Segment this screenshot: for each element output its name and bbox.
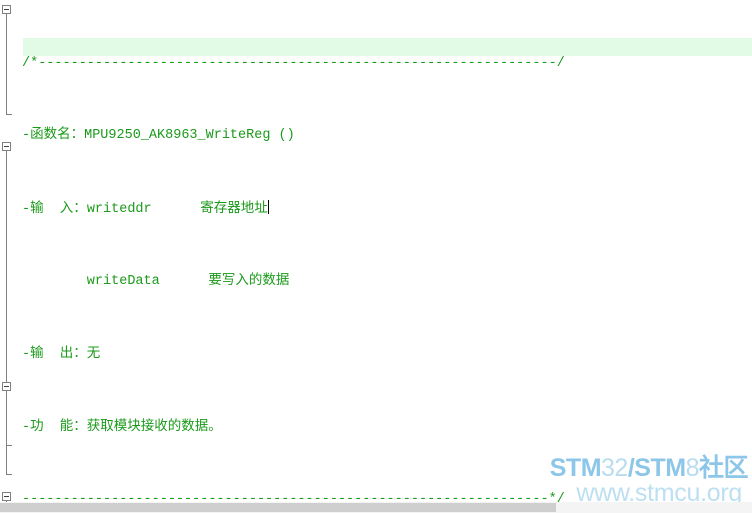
code-line-4[interactable]: writeData 要写入的数据: [22, 273, 638, 291]
token-input-desc2: 要写入的数据: [159, 274, 290, 289]
token-input-label: -输 入：: [22, 202, 87, 218]
fold-gutter[interactable]: [0, 0, 18, 504]
horizontal-scrollbar[interactable]: [0, 502, 752, 513]
horizontal-scrollbar-thumb[interactable]: [0, 503, 556, 512]
token-input-desc: 寄存器地址: [151, 202, 268, 218]
fold-line-do-while: [6, 391, 7, 445]
token-function-label: -功 能：获取模块接收的数据。: [22, 419, 222, 435]
token-comment-open: /*--------------------------------------…: [22, 55, 557, 71]
code-line-3[interactable]: -输 入：writeddr 寄存器地址: [22, 200, 638, 218]
code-line-1[interactable]: /*--------------------------------------…: [22, 55, 638, 73]
text-cursor: [267, 200, 269, 215]
fold-marker-do-while[interactable]: [2, 382, 11, 391]
code-line-5[interactable]: -输 出：无: [22, 346, 638, 364]
watermark-brand-stm2: STM: [634, 454, 686, 482]
fold-marker-comment-header[interactable]: [2, 5, 11, 14]
token-func-label: -函数名：: [22, 128, 85, 144]
token-input-param: writeddr: [86, 202, 152, 218]
token-func-name: MPU9250_AK8963_WriteReg (): [84, 128, 295, 144]
fold-foot-function-body: [6, 474, 12, 475]
code-editor[interactable]: STM32/STM8社区 www.stmcu.org /*-----------…: [0, 0, 752, 513]
fold-foot-comment-header: [6, 114, 12, 115]
token-output-label: -输 出：无: [22, 346, 101, 362]
code-line-2[interactable]: -函数名：MPU9250_AK8963_WriteReg (): [22, 127, 638, 145]
watermark-brand-8: 8: [685, 454, 700, 482]
fold-line-comment-header: [6, 14, 7, 114]
gutter-separator: [18, 0, 23, 502]
code-content[interactable]: /*--------------------------------------…: [22, 0, 638, 513]
fold-marker-comment-footer[interactable]: [2, 492, 11, 501]
token-input-param2: writeData: [22, 274, 160, 289]
code-line-6[interactable]: -功 能：获取模块接收的数据。: [22, 419, 638, 437]
watermark-brand-cn: 社区: [698, 454, 749, 482]
fold-foot-do-while: [6, 445, 12, 446]
fold-marker-function-body[interactable]: [2, 142, 11, 151]
token-comment-open-slash: /: [556, 55, 565, 71]
